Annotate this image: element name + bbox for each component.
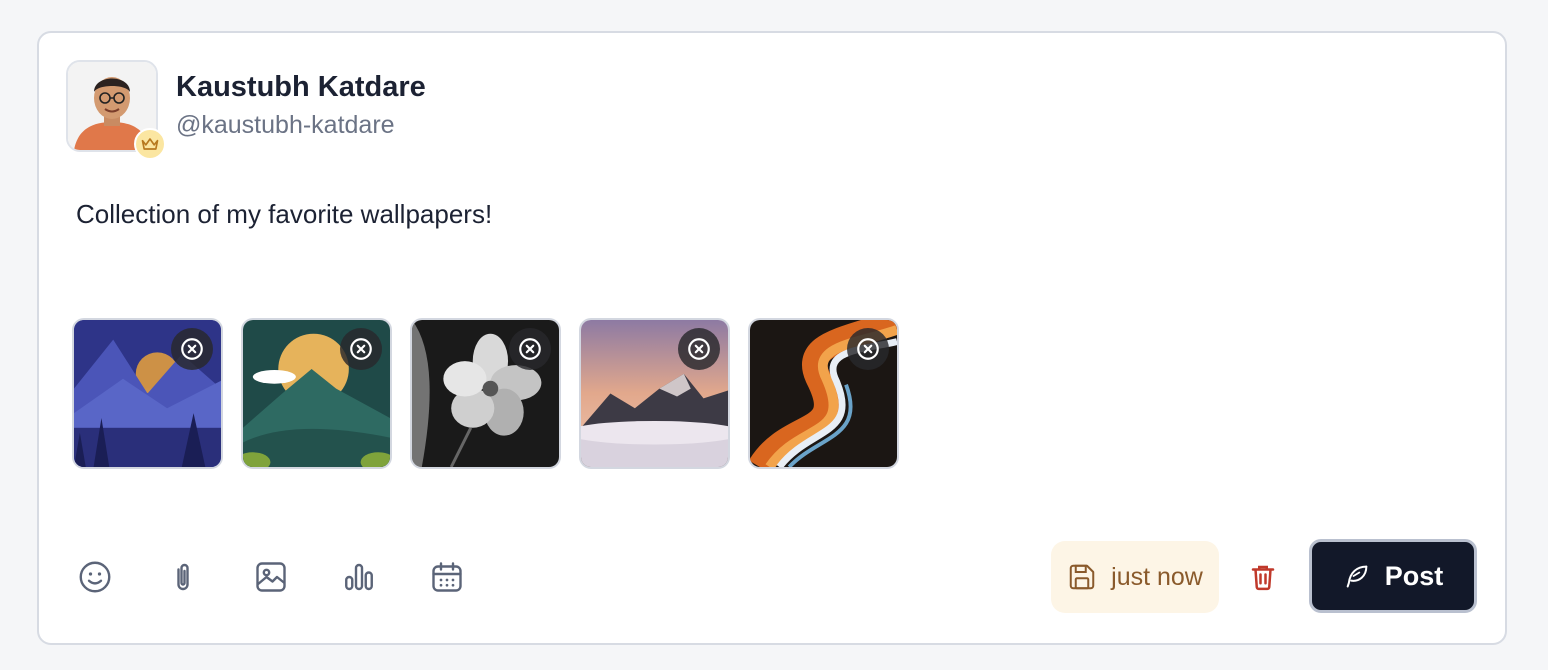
remove-attachment-button[interactable] [340, 328, 382, 370]
post-text[interactable]: Collection of my favorite wallpapers! [76, 199, 492, 230]
composer-toolbar [75, 557, 467, 597]
draft-saved-status: just now [1051, 541, 1219, 613]
feather-icon [1346, 565, 1368, 588]
attach-button[interactable] [163, 557, 203, 597]
attachment-thumbnail[interactable] [579, 318, 730, 469]
attachment-thumbnail[interactable] [748, 318, 899, 469]
author-handle: @kaustubh-katdare [176, 111, 395, 139]
avatar-container [66, 60, 166, 160]
calendar-icon [432, 562, 462, 592]
close-circle-icon [857, 338, 879, 360]
crown-icon [134, 128, 166, 160]
draft-saved-label: just now [1111, 562, 1203, 591]
schedule-button[interactable] [427, 557, 467, 597]
remove-attachment-button[interactable] [509, 328, 551, 370]
composer-card: Kaustubh Katdare @kaustubh-katdare Colle… [37, 31, 1507, 645]
paperclip-icon [177, 563, 189, 591]
attachment-thumbnail[interactable] [410, 318, 561, 469]
post-button-label: Post [1384, 560, 1444, 591]
image-button[interactable] [251, 557, 291, 597]
save-icon [1069, 564, 1095, 590]
poll-chart-icon [345, 563, 373, 591]
image-icon [256, 562, 286, 592]
post-button[interactable]: Post [1309, 539, 1477, 613]
poll-button[interactable] [339, 557, 379, 597]
author-name: Kaustubh Katdare [176, 71, 426, 103]
attachment-thumbnail[interactable] [72, 318, 223, 469]
attachment-thumbnail[interactable] [241, 318, 392, 469]
close-circle-icon [688, 338, 710, 360]
emoji-icon [79, 561, 111, 593]
emoji-button[interactable] [75, 557, 115, 597]
close-circle-icon [181, 338, 203, 360]
delete-draft-button[interactable] [1245, 559, 1281, 595]
trash-icon [1251, 565, 1275, 591]
remove-attachment-button[interactable] [847, 328, 889, 370]
remove-attachment-button[interactable] [678, 328, 720, 370]
close-circle-icon [350, 338, 372, 360]
close-circle-icon [519, 338, 541, 360]
remove-attachment-button[interactable] [171, 328, 213, 370]
attachment-list [72, 318, 899, 469]
